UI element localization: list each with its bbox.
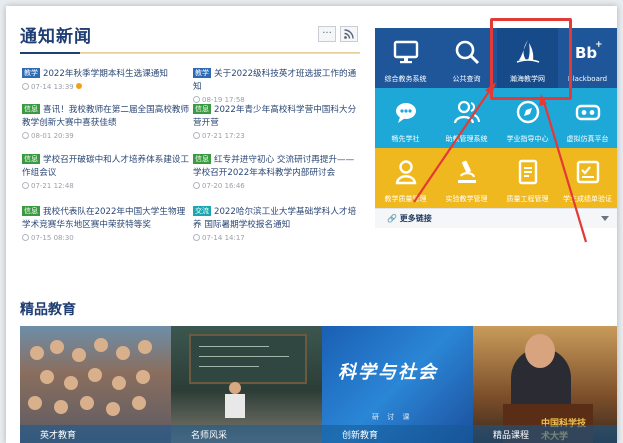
featured-panel-talent[interactable]: 英才教育 xyxy=(20,326,171,443)
featured-section-title: 精品教育 xyxy=(20,302,76,318)
banner-subtitle: 研 讨 课 xyxy=(372,413,413,421)
panel-caption: 创新教育 xyxy=(322,425,473,443)
banner-title: 科学与社会 xyxy=(338,362,438,383)
featured-panel-teachers[interactable]: 名师风采 xyxy=(171,326,322,443)
featured-panel-courses[interactable]: 中国科学技术大学 精品课程 xyxy=(473,326,617,443)
blackboard-image xyxy=(189,334,307,384)
panel-caption: 精品课程 xyxy=(473,425,617,443)
featured-panel-innovation[interactable]: 科学与社会 研 讨 课 创新教育 xyxy=(322,326,473,443)
panel-caption: 名师风采 xyxy=(171,425,322,443)
speaker-head xyxy=(525,334,555,368)
featured-strip: 英才教育 名师风采 科学与社会 研 讨 课 创新教育 中国科学技术大学 精品课程 xyxy=(20,326,617,443)
page: 通知新闻 ··· 教学 2022年秋季学期本科生选课通知 07-14 13:39 … xyxy=(6,6,617,443)
panel-caption: 英才教育 xyxy=(20,425,171,443)
